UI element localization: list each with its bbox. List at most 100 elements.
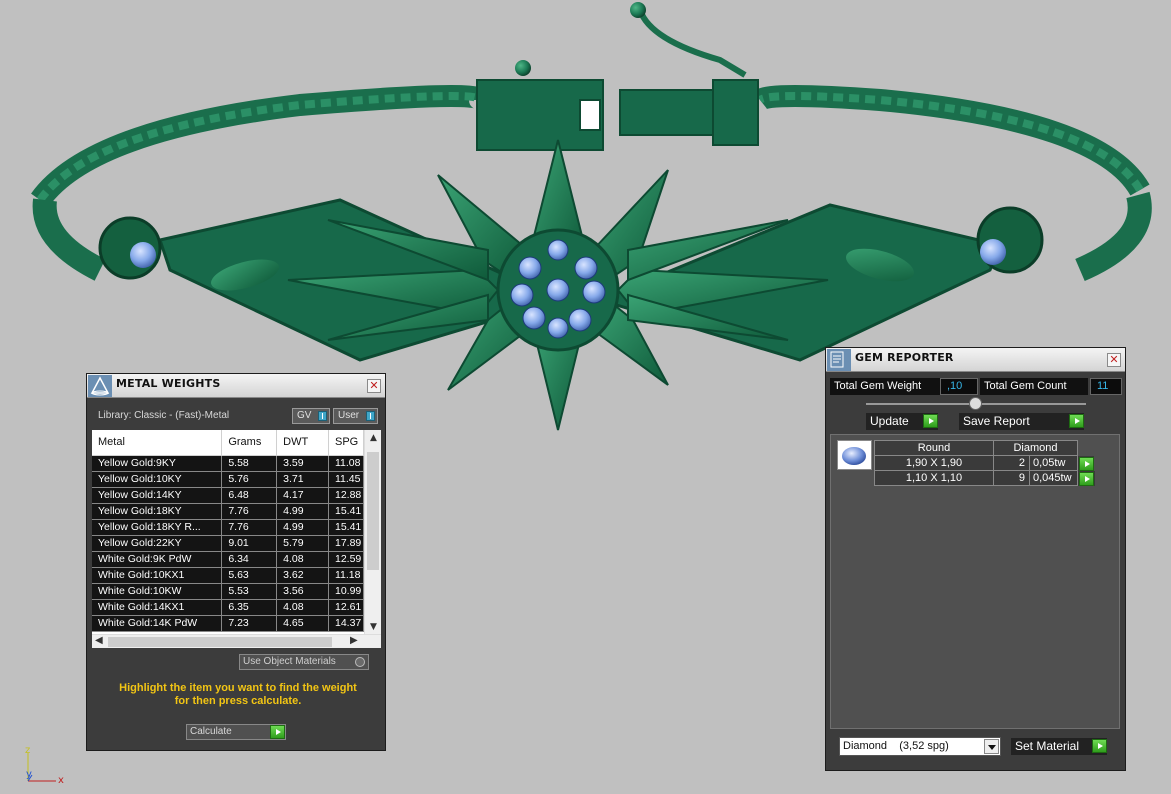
gem-row[interactable]: 1,90 X 1,90 2 0,05tw <box>874 455 1095 471</box>
table-cell: White Gold:10KX1 <box>92 567 223 584</box>
play-arrow-icon <box>1069 414 1084 428</box>
table-cell: 12.59 <box>328 551 365 568</box>
table-cell: 7.76 <box>221 519 278 536</box>
table-cell: 3.71 <box>276 471 329 488</box>
table-cell: 15.41 <box>328 503 365 520</box>
play-arrow-icon <box>1079 471 1094 486</box>
table-row[interactable]: Yellow Gold:22KY 9.01 5.79 17.89 <box>92 535 365 552</box>
table-cell: White Gold:10KW <box>92 583 223 600</box>
scroll-left-icon[interactable]: ◀ <box>95 635 103 646</box>
table-cell: White Gold:14K PdW <box>92 615 223 632</box>
gem-select-cell[interactable] <box>1077 455 1095 471</box>
table-row[interactable]: White Gold:10KW 5.53 3.56 10.99 <box>92 583 365 600</box>
metal-weights-icon <box>88 375 112 397</box>
table-cell: 5.53 <box>221 583 278 600</box>
table-cell: 7.23 <box>221 615 278 632</box>
table-cell: 5.79 <box>276 535 329 552</box>
update-button[interactable]: Update <box>866 413 938 430</box>
gem-reporter-titlebar[interactable]: GEM REPORTER ✕ <box>826 348 1125 372</box>
table-cell: 12.88 <box>328 487 365 504</box>
hint-line-2: for then press calculate. <box>174 695 302 707</box>
scroll-thumb[interactable] <box>108 637 332 647</box>
scroll-up-icon[interactable]: ▲ <box>365 433 381 443</box>
radio-icon <box>355 657 365 667</box>
gem-reporter-icon <box>827 349 851 371</box>
scroll-down-icon[interactable]: ▼ <box>365 622 381 632</box>
material-dropdown[interactable]: Diamond (3,52 spg) <box>839 737 1001 756</box>
gem-select-cell[interactable] <box>1077 470 1095 486</box>
play-arrow-icon <box>1079 456 1094 471</box>
axis-x-label: x <box>58 775 64 786</box>
table-cell: 17.89 <box>328 535 365 552</box>
play-arrow-icon <box>923 414 938 428</box>
metal-weights-titlebar[interactable]: METAL WEIGHTS ✕ <box>87 374 385 398</box>
column-header-dwt[interactable]: DWT <box>276 430 329 456</box>
table-cell: 4.99 <box>276 519 329 536</box>
table-cell: 15.41 <box>328 519 365 536</box>
gem-row[interactable]: 1,10 X 1,10 9 0,045tw <box>874 470 1095 486</box>
table-row[interactable]: Yellow Gold:10KY 5.76 3.71 11.45 <box>92 471 365 488</box>
scroll-thumb[interactable] <box>367 452 379 570</box>
toggle-icon <box>366 411 375 421</box>
slider-knob[interactable] <box>969 397 982 410</box>
column-header-spg[interactable]: SPG <box>328 430 365 456</box>
table-row[interactable]: White Gold:10KX1 5.63 3.62 11.18 <box>92 567 365 584</box>
table-cell: 6.35 <box>221 599 278 616</box>
toggle-icon <box>318 411 327 421</box>
table-row[interactable]: White Gold:14K PdW 7.23 4.65 14.37 <box>92 615 365 632</box>
table-cell: 4.65 <box>276 615 329 632</box>
gv-toggle[interactable]: GV <box>292 408 330 424</box>
table-row[interactable]: White Gold:9K PdW 6.34 4.08 12.59 <box>92 551 365 568</box>
table-cell: 4.17 <box>276 487 329 504</box>
vertical-scrollbar[interactable]: ▲ ▼ <box>364 430 381 634</box>
gem-table: Round Diamond 1,90 X 1,90 2 0,05tw 1,10 X 1… <box>874 440 1095 486</box>
material-header: Diamond <box>993 440 1078 456</box>
metal-table-container[interactable]: Metal Grams DWT SPG Yellow Gold:9KY 5.58 3… <box>92 430 381 648</box>
library-label: Library: Classic - (Fast)-Metal <box>98 410 230 421</box>
use-object-materials-toggle[interactable]: Use Object Materials <box>239 654 369 670</box>
set-material-button[interactable]: Set Material <box>1011 738 1107 755</box>
table-cell: White Gold:9K PdW <box>92 551 223 568</box>
chevron-down-icon[interactable] <box>984 739 999 754</box>
scroll-right-icon[interactable]: ▶ <box>350 635 358 646</box>
table-cell: 14.37 <box>328 615 365 632</box>
calculate-button[interactable]: Calculate <box>186 724 286 740</box>
round-gem-icon[interactable] <box>837 440 872 470</box>
close-icon[interactable]: ✕ <box>367 379 381 393</box>
table-cell: 5.76 <box>221 471 278 488</box>
column-header-metal[interactable]: Metal <box>92 430 223 456</box>
gem-reporter-title: GEM REPORTER <box>855 351 954 364</box>
column-header-grams[interactable]: Grams <box>221 430 278 456</box>
metal-weights-title: METAL WEIGHTS <box>116 377 221 390</box>
table-row[interactable]: Yellow Gold:14KY 6.48 4.17 12.88 <box>92 487 365 504</box>
table-cell: Yellow Gold:18KY <box>92 503 223 520</box>
table-cell: 4.99 <box>276 503 329 520</box>
gem-size-cell: 1,10 X 1,10 <box>874 470 994 486</box>
gem-weight-cell: 0,045tw <box>1029 470 1078 486</box>
total-gem-count-value: 11 <box>1090 378 1122 395</box>
table-cell: 10.99 <box>328 583 365 600</box>
total-gem-count-label: Total Gem Count <box>980 378 1088 395</box>
hint-line-1: Highlight the item you want to find the … <box>119 682 357 694</box>
axis-z-label: z <box>25 745 31 756</box>
user-toggle[interactable]: User <box>333 408 378 424</box>
table-row[interactable]: Yellow Gold:9KY 5.58 3.59 11.08 <box>92 455 365 472</box>
gem-count-cell: 9 <box>993 470 1030 486</box>
table-cell: Yellow Gold:14KY <box>92 487 223 504</box>
metal-table: Metal Grams DWT SPG Yellow Gold:9KY 5.58 3… <box>92 430 365 632</box>
play-arrow-icon <box>270 725 285 739</box>
table-cell: 3.56 <box>276 583 329 600</box>
table-cell: Yellow Gold:10KY <box>92 471 223 488</box>
table-cell: White Gold:14KX1 <box>92 599 223 616</box>
table-row[interactable]: Yellow Gold:18KY 7.76 4.99 15.41 <box>92 503 365 520</box>
table-row[interactable]: White Gold:14KX1 6.35 4.08 12.61 <box>92 599 365 616</box>
table-cell: Yellow Gold:18KY R... <box>92 519 223 536</box>
horizontal-scrollbar[interactable]: ◀ ▶ <box>92 634 381 648</box>
axis-indicator: z y x <box>18 745 78 790</box>
table-row[interactable]: Yellow Gold:18KY R... 7.76 4.99 15.41 <box>92 519 365 536</box>
close-icon[interactable]: ✕ <box>1107 353 1121 367</box>
table-cell: 3.59 <box>276 455 329 472</box>
table-cell: 11.08 <box>328 455 365 472</box>
save-report-button[interactable]: Save Report <box>959 413 1084 430</box>
play-arrow-icon <box>1092 739 1107 753</box>
